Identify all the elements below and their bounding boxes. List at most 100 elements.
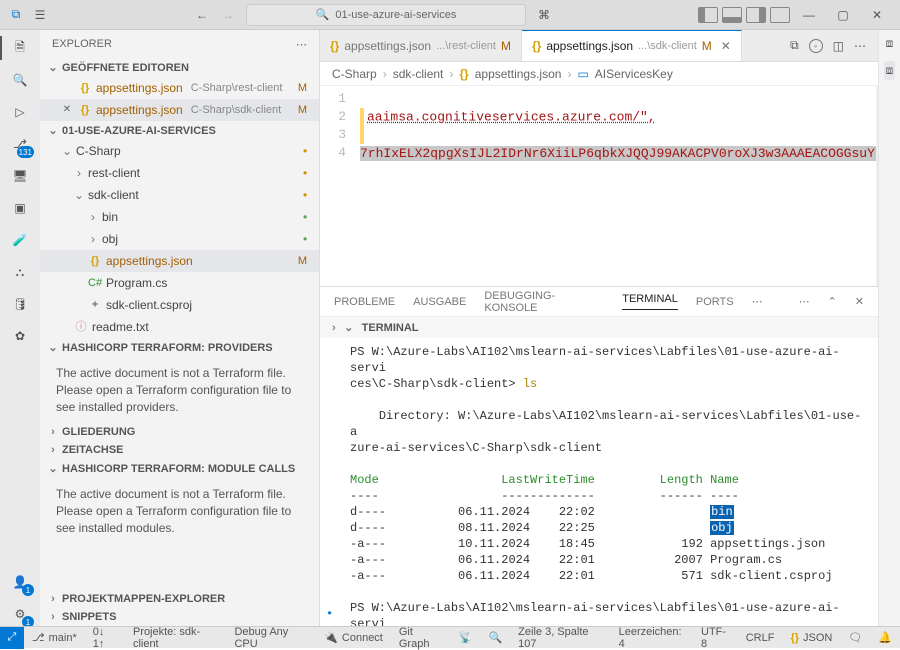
breadcrumbs[interactable]: C-Sharp› sdk-client› {}appsettings.json›… xyxy=(320,62,878,86)
terminal[interactable]: PS W:\Azure-Labs\AI102\mslearn-ai-servic… xyxy=(320,338,878,626)
menu-icon[interactable]: ☰ xyxy=(32,7,48,23)
sidebar-more-icon[interactable]: ⋯ xyxy=(296,38,307,51)
open-editor-item[interactable]: ✕{}appsettings.jsonC-Sharp\sdk-clientM xyxy=(40,99,319,121)
tab-appsettings-sdk[interactable]: {}appsettings.json...\sdk-clientM✕ xyxy=(522,30,742,61)
sidebar: EXPLORER⋯ ⌄GEÖFFNETE EDITOREN {}appsetti… xyxy=(40,30,320,626)
activity-extensions[interactable]: ▣ xyxy=(8,196,32,220)
panel-tab-ports[interactable]: PORTS xyxy=(696,296,734,308)
tree-file[interactable]: ⓘreadme.txt xyxy=(40,316,319,338)
title-bar: ⧉ ☰ ← → 🔍 01-use-azure-ai-services ⌘ — ▢… xyxy=(0,0,900,30)
remote-indicator[interactable]: ⤢ xyxy=(0,627,24,649)
activity-remote[interactable]: 🖥 xyxy=(8,164,32,188)
status-encoding[interactable]: UTF-8 xyxy=(693,626,738,650)
layout-center-icon[interactable] xyxy=(770,7,790,23)
panel-tab-debug[interactable]: DEBUGGING-KONSOLE xyxy=(484,290,604,314)
status-indent[interactable]: Leerzeichen: 4 xyxy=(611,626,693,650)
search-icon: 🔍 xyxy=(316,8,330,21)
activity-run[interactable]: ▷ xyxy=(8,100,32,124)
status-bell-icon[interactable]: 🔔 xyxy=(870,631,900,644)
search-text: 01-use-azure-ai-services xyxy=(335,9,456,21)
maximize-button[interactable]: ▢ xyxy=(828,4,858,26)
terminal-profile-icon[interactable]: ⧈ xyxy=(884,61,896,80)
layout-right-icon[interactable] xyxy=(746,7,766,23)
gutter: 1234 xyxy=(320,86,354,286)
tab-more-icon[interactable]: ⋯ xyxy=(854,39,866,53)
status-language[interactable]: {} JSON xyxy=(782,632,840,644)
status-zoom[interactable]: 🔍 xyxy=(480,631,510,644)
section-workspace[interactable]: ⌄01-USE-AZURE-AI-SERVICES xyxy=(40,121,319,140)
status-eol[interactable]: CRLF xyxy=(738,632,783,644)
tree-file[interactable]: C#Program.cs xyxy=(40,272,319,294)
split-icon[interactable]: ◫ xyxy=(833,39,844,53)
activity-azure[interactable]: ✿ xyxy=(8,324,32,348)
status-projects[interactable]: Projekte: sdk-client xyxy=(125,626,227,650)
activity-explorer[interactable]: 🗎 xyxy=(8,36,32,60)
tf-modules-msg: The active document is not a Terraform f… xyxy=(40,478,319,544)
layout-left-icon[interactable] xyxy=(698,7,718,23)
tree-folder[interactable]: ⌄sdk-client xyxy=(40,184,319,206)
vscode-icon: ⧉ xyxy=(8,7,24,23)
tree-file[interactable]: ✦sdk-client.csproj xyxy=(40,294,319,316)
activity-search[interactable]: 🔍 xyxy=(8,68,32,92)
section-open-editors[interactable]: ⌄GEÖFFNETE EDITOREN xyxy=(40,58,319,77)
open-editor-item[interactable]: {}appsettings.jsonC-Sharp\rest-clientM xyxy=(40,77,319,99)
activity-settings[interactable]: ⚙1 xyxy=(8,602,32,626)
section-gliederung[interactable]: ›GLIEDERUNG xyxy=(40,423,319,441)
section-proj-explorer[interactable]: ›PROJEKTMAPPEN-EXPLORER xyxy=(40,590,319,608)
terminal-group-header[interactable]: ›⌄TERMINAL xyxy=(320,317,878,338)
status-feedback-icon[interactable]: 🗨 xyxy=(840,631,870,644)
panel-tab-more-icon[interactable]: ⋯ xyxy=(752,295,763,308)
status-connect[interactable]: 🔌 Connect xyxy=(316,631,391,644)
command-center[interactable]: 🔍 01-use-azure-ai-services xyxy=(246,4,526,26)
activity-account[interactable]: 👤1 xyxy=(8,570,32,594)
tree-folder[interactable]: ›bin xyxy=(40,206,319,228)
section-tf-modules[interactable]: ⌄HASHICORP TERRAFORM: MODULE CALLS xyxy=(40,459,319,478)
account-badge: 1 xyxy=(22,584,34,596)
editor-area: {}appsettings.json...\rest-clientM {}app… xyxy=(320,30,878,626)
sidebar-title: EXPLORER⋯ xyxy=(40,30,319,58)
activity-testing[interactable]: 🧪 xyxy=(8,228,32,252)
nav-back-icon[interactable]: ← xyxy=(194,7,210,23)
tab-close-icon[interactable]: ✕ xyxy=(721,39,731,53)
activity-database[interactable]: 🛢 xyxy=(8,292,32,316)
layout-bottom-icon[interactable] xyxy=(722,7,742,23)
bottom-panel: PROBLEME AUSGABE DEBUGGING-KONSOLE TERMI… xyxy=(320,286,878,626)
panel-tab-terminal[interactable]: TERMINAL xyxy=(622,293,678,310)
status-live[interactable]: 📡 xyxy=(451,631,481,644)
preview-icon[interactable]: ◦ xyxy=(809,39,823,53)
nav-fwd-icon[interactable]: → xyxy=(220,7,236,23)
status-branch[interactable]: ⎇ main* xyxy=(24,631,85,644)
panel-close-icon[interactable]: ✕ xyxy=(855,295,864,308)
panel-tabs: PROBLEME AUSGABE DEBUGGING-KONSOLE TERMI… xyxy=(320,287,878,317)
status-bar: ⤢ ⎇ main* 0↓ 1↑ Projekte: sdk-client Deb… xyxy=(0,626,900,648)
activity-terraform[interactable]: ⛬ xyxy=(8,260,32,284)
activity-bar: 🗎 🔍 ▷ ⎇131 🖥 ▣ 🧪 ⛬ 🛢 ✿ 👤1 ⚙1 xyxy=(0,30,40,626)
tree-folder[interactable]: ›rest-client xyxy=(40,162,319,184)
panel-tab-problems[interactable]: PROBLEME xyxy=(334,296,395,308)
copilot-icon[interactable]: ⌘ xyxy=(536,7,552,23)
panel-more-icon[interactable]: ⋯ xyxy=(799,295,810,308)
close-button[interactable]: ✕ xyxy=(862,4,892,26)
compare-icon[interactable]: ⧉ xyxy=(790,38,799,53)
status-debug[interactable]: Debug Any CPU xyxy=(226,626,316,650)
json-icon: {} xyxy=(459,67,468,81)
terminal-profile-icon[interactable]: ⧈ xyxy=(886,36,894,51)
scm-badge: 131 xyxy=(17,146,34,158)
tree-folder[interactable]: ⌄C-Sharp xyxy=(40,140,319,162)
tf-providers-msg: The active document is not a Terraform f… xyxy=(40,357,319,423)
tree-folder[interactable]: ›obj xyxy=(40,228,319,250)
status-gitgraph[interactable]: Git Graph xyxy=(391,626,451,650)
section-zeitachse[interactable]: ›ZEITACHSE xyxy=(40,441,319,459)
status-position[interactable]: Zeile 3, Spalte 107 xyxy=(510,626,610,650)
status-sync[interactable]: 0↓ 1↑ xyxy=(85,626,125,650)
tab-appsettings-rest[interactable]: {}appsettings.json...\rest-clientM xyxy=(320,30,522,61)
minimize-button[interactable]: — xyxy=(794,4,824,26)
close-icon[interactable]: ✕ xyxy=(60,103,74,117)
code-editor[interactable]: 1234 aaimsa.cognitiveservices.azure.com/… xyxy=(320,86,878,286)
section-snippets[interactable]: ›SNIPPETS xyxy=(40,608,319,626)
panel-tab-output[interactable]: AUSGABE xyxy=(413,296,466,308)
activity-scm[interactable]: ⎇131 xyxy=(8,132,32,156)
section-tf-providers[interactable]: ⌄HASHICORP TERRAFORM: PROVIDERS xyxy=(40,338,319,357)
panel-maximize-icon[interactable]: ⌃ xyxy=(828,295,837,308)
tree-file[interactable]: {}appsettings.jsonM xyxy=(40,250,319,272)
